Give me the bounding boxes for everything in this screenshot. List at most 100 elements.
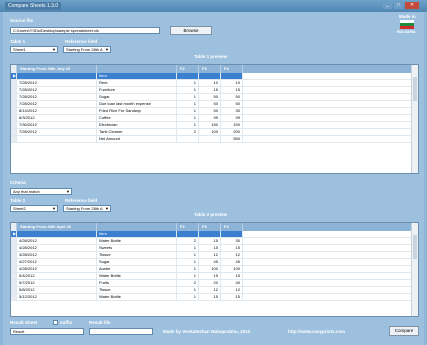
- table-cell[interactable]: 1: [177, 252, 199, 258]
- table-cell[interactable]: 5/7/2012: [17, 280, 97, 286]
- table-row[interactable]: 7/28/2012 Tank Cleaner 2 100 200: [11, 129, 418, 136]
- table-cell[interactable]: 150: [199, 122, 221, 128]
- table-cell[interactable]: Net Amount: [97, 136, 177, 142]
- table-cell[interactable]: 15: [221, 273, 243, 279]
- ref-field2-select[interactable]: Starting From 28th A ▼: [63, 205, 111, 212]
- table-cell[interactable]: 1: [177, 122, 199, 128]
- table-cell[interactable]: 15: [221, 87, 243, 93]
- grid1-col-header[interactable]: F4: [221, 65, 243, 73]
- table-cell[interactable]: 15: [199, 273, 221, 279]
- table-cell[interactable]: [199, 136, 221, 142]
- table-cell[interactable]: 1: [177, 94, 199, 100]
- grid2-col-header[interactable]: [97, 223, 177, 231]
- table1-select[interactable]: Sheet1 ▼: [10, 46, 58, 53]
- table-cell[interactable]: 99: [221, 115, 243, 121]
- table-cell[interactable]: Fruits: [97, 280, 177, 286]
- table-cell[interactable]: 7/28/2012: [17, 87, 97, 93]
- table2-select[interactable]: Sheet2 ▼: [10, 205, 58, 212]
- table-cell[interactable]: 200: [221, 129, 243, 135]
- table-cell[interactable]: 100: [199, 129, 221, 135]
- table-cell[interactable]: 1: [177, 87, 199, 93]
- table-cell[interactable]: 15: [221, 245, 243, 251]
- grid1-col-header[interactable]: [97, 65, 177, 73]
- table-cell[interactable]: 50: [221, 101, 243, 107]
- table-cell[interactable]: 1: [177, 259, 199, 265]
- table-cell[interactable]: 7/28/2012: [17, 94, 97, 100]
- table-cell[interactable]: Auntie: [97, 266, 177, 272]
- table-cell[interactable]: [221, 231, 243, 237]
- table-cell[interactable]: 4/27/2012: [17, 259, 97, 265]
- table-cell[interactable]: 15: [199, 238, 221, 244]
- table-cell[interactable]: [17, 136, 97, 142]
- table-cell[interactable]: 50: [199, 101, 221, 107]
- table-cell[interactable]: 12: [199, 252, 221, 258]
- grid1-col-header[interactable]: F3: [199, 65, 221, 73]
- table-cell[interactable]: 1: [177, 294, 199, 300]
- result-sheet-input[interactable]: Result: [10, 328, 84, 335]
- table-row[interactable]: 5/8/2012 Tissue 1 12 12: [11, 287, 418, 294]
- table-row[interactable]: 4/28/2012 Water Bottle 2 15 30: [11, 238, 418, 245]
- grid2-col-header[interactable]: F3: [199, 223, 221, 231]
- table-cell[interactable]: Rent: [97, 80, 177, 86]
- table-row[interactable]: 5/7/2012 Fruits 2 20 40: [11, 280, 418, 287]
- table-cell[interactable]: 1: [177, 266, 199, 272]
- table-cell[interactable]: 12: [221, 252, 243, 258]
- table-row[interactable]: 8/3/2012 Coffee 1 99 99: [11, 115, 418, 122]
- compare-button[interactable]: Compare: [389, 326, 419, 336]
- table-cell[interactable]: 1: [177, 108, 199, 114]
- table-cell[interactable]: 40: [221, 280, 243, 286]
- table-cell[interactable]: 10: [221, 80, 243, 86]
- table-cell[interactable]: 15: [199, 87, 221, 93]
- table-row[interactable]: Net Amount 550: [11, 136, 418, 143]
- table-cell[interactable]: 5/12/2012: [17, 294, 97, 300]
- table-row[interactable]: 8/14/2012 Fried Rice For Sandwip 1 50 30: [11, 108, 418, 115]
- table-cell[interactable]: Sweets: [97, 245, 177, 251]
- grid1-col-header[interactable]: Starting From 28th July 20: [17, 65, 97, 73]
- table-row[interactable]: 7/28/2012 Sugar 1 50 50: [11, 94, 418, 101]
- table-cell[interactable]: 12: [221, 287, 243, 293]
- table2-grid[interactable]: Starting From 28th April 20 F2 F3 F4 ▶ It…: [10, 222, 419, 317]
- table-cell[interactable]: 4/28/2012: [17, 238, 97, 244]
- table-row[interactable]: 7/28/2012 Rent 1 10 10: [11, 80, 418, 87]
- table-row[interactable]: 7/28/2012 Due loan last month expense 1 50 5…: [11, 101, 418, 108]
- table-cell[interactable]: Furniture: [97, 87, 177, 93]
- table-cell[interactable]: 20: [199, 280, 221, 286]
- table-cell[interactable]: 1: [177, 80, 199, 86]
- grid2-scrollbar[interactable]: [411, 223, 418, 316]
- table-cell[interactable]: Tissue: [97, 287, 177, 293]
- table-cell[interactable]: [177, 73, 199, 79]
- ref-field1-select[interactable]: Starting From 28th A ▼: [63, 46, 111, 53]
- table-cell[interactable]: 30: [221, 238, 243, 244]
- table-row[interactable]: 5/12/2012 Water Bottle 1 15 15: [11, 294, 418, 301]
- table-cell[interactable]: 1: [177, 245, 199, 251]
- table-cell[interactable]: 100: [199, 266, 221, 272]
- table-cell[interactable]: 4/28/2012: [17, 245, 97, 251]
- grid1-col-header[interactable]: F2: [177, 65, 199, 73]
- table-cell[interactable]: [177, 231, 199, 237]
- table-cell[interactable]: 4/28/2012: [17, 266, 97, 272]
- table-cell[interactable]: Item: [97, 231, 177, 237]
- table-cell[interactable]: [199, 73, 221, 79]
- table-cell[interactable]: Tissue: [97, 252, 177, 258]
- scroll-thumb[interactable]: [413, 77, 417, 101]
- table-cell[interactable]: 45: [221, 259, 243, 265]
- table-cell[interactable]: 100: [221, 266, 243, 272]
- table-row[interactable]: ▶ Item: [11, 73, 418, 80]
- table-cell[interactable]: 50: [221, 94, 243, 100]
- table-cell[interactable]: [17, 231, 97, 237]
- close-button[interactable]: ✕: [405, 2, 419, 9]
- table-cell[interactable]: 550: [221, 136, 243, 142]
- table-cell[interactable]: 7/28/2012: [17, 80, 97, 86]
- table-cell[interactable]: Water Bottle: [97, 294, 177, 300]
- suffix-checkbox[interactable]: [53, 320, 58, 325]
- table1-grid[interactable]: Starting From 28th July 20 F2 F3 F4 ▶ Ite…: [10, 64, 419, 174]
- table-cell[interactable]: 5/8/2012: [17, 287, 97, 293]
- table-cell[interactable]: Sugar: [97, 259, 177, 265]
- table-row[interactable]: 7/28/2012 Furniture 1 15 15: [11, 87, 418, 94]
- table-cell[interactable]: 4/28/2012: [17, 252, 97, 258]
- table-cell[interactable]: [177, 136, 199, 142]
- source-path-field[interactable]: C:\Users\YSDs\Desktop\sample spreadsheet…: [10, 27, 160, 34]
- table-cell[interactable]: 12: [199, 287, 221, 293]
- table-cell[interactable]: 1: [177, 287, 199, 293]
- table-cell[interactable]: 2: [177, 238, 199, 244]
